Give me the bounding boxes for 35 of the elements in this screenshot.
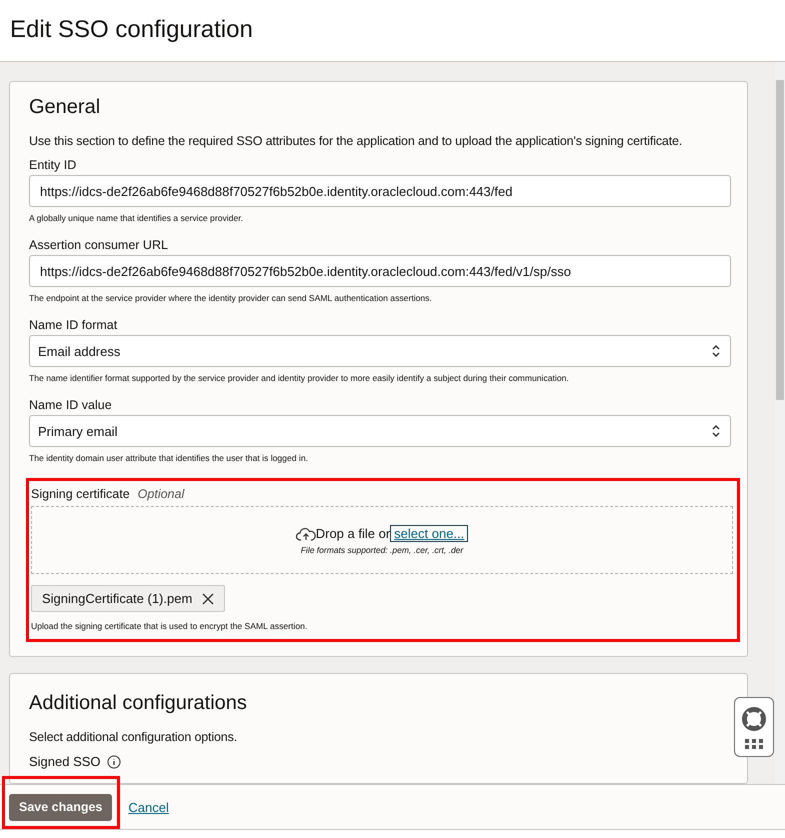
input-field[interactable]: https://idcs-de2f26ab6fe9468d88f70527f6b52b0e.identity.oraclecloud.com:443/fed bbox=[29, 175, 731, 207]
save-button[interactable]: Save changes bbox=[9, 794, 112, 820]
field-label: Name ID format bbox=[29, 318, 118, 332]
drop-zone[interactable]: Drop a file or select one... File formats supported: .pem, .cer, .crt, .der bbox=[31, 506, 733, 574]
section-title: Additional configurations bbox=[29, 692, 248, 715]
help-widget[interactable] bbox=[734, 697, 774, 757]
field-label: Assertion consumer URL bbox=[29, 238, 169, 252]
lifebuoy-icon bbox=[741, 706, 767, 732]
section-title: General bbox=[29, 96, 102, 119]
help-text: The endpoint at the service provider where the identity provider can send SAML authentication assertions. bbox=[29, 293, 433, 303]
section-description: Use this section to define the required SSO attributes for the application and to upload the application's signing certificate. bbox=[29, 134, 684, 148]
select-file-link[interactable]: select one... bbox=[390, 525, 468, 542]
section-description: Select additional configuration options. bbox=[29, 730, 238, 744]
input-field[interactable]: https://idcs-de2f26ab6fe9468d88f70527f6b52b0e.identity.oraclecloud.com:443/fed/v1/sp/sso bbox=[29, 255, 731, 287]
cancel-link[interactable]: Cancel bbox=[128, 800, 169, 814]
file-chip: SigningCertificate (1).pem bbox=[31, 585, 226, 612]
grid-icon bbox=[745, 738, 763, 748]
help-text: The name identifier format supported by the service provider and identity provider to more easily identify a subject during their communication. bbox=[29, 373, 570, 383]
sort-icon bbox=[712, 344, 720, 358]
help-text: Upload the signing certificate that is used to encrypt the SAML assertion. bbox=[31, 621, 308, 631]
field-label: Name ID value bbox=[29, 398, 113, 412]
page-title: Edit SSO configuration bbox=[10, 16, 254, 44]
select-field[interactable]: Primary email bbox=[29, 415, 731, 447]
formats-text: File formats supported: .pem, .cer, .crt, .der bbox=[300, 545, 464, 555]
help-text: A globally unique name that identifies a service provider. bbox=[29, 213, 244, 223]
drop-text: Drop a file or bbox=[316, 526, 390, 541]
sort-icon bbox=[712, 424, 720, 438]
select-field[interactable]: Email address bbox=[29, 335, 731, 367]
field-label: Signing certificate Optional bbox=[31, 487, 186, 501]
info-icon[interactable] bbox=[106, 754, 121, 768]
cloud-upload-icon bbox=[296, 526, 316, 540]
field-label: Entity ID bbox=[29, 158, 78, 172]
help-text: The identity domain user attribute that identifies the user that is logged in. bbox=[29, 453, 309, 463]
close-icon[interactable] bbox=[202, 592, 214, 604]
field-label: Signed SSO bbox=[29, 754, 101, 769]
